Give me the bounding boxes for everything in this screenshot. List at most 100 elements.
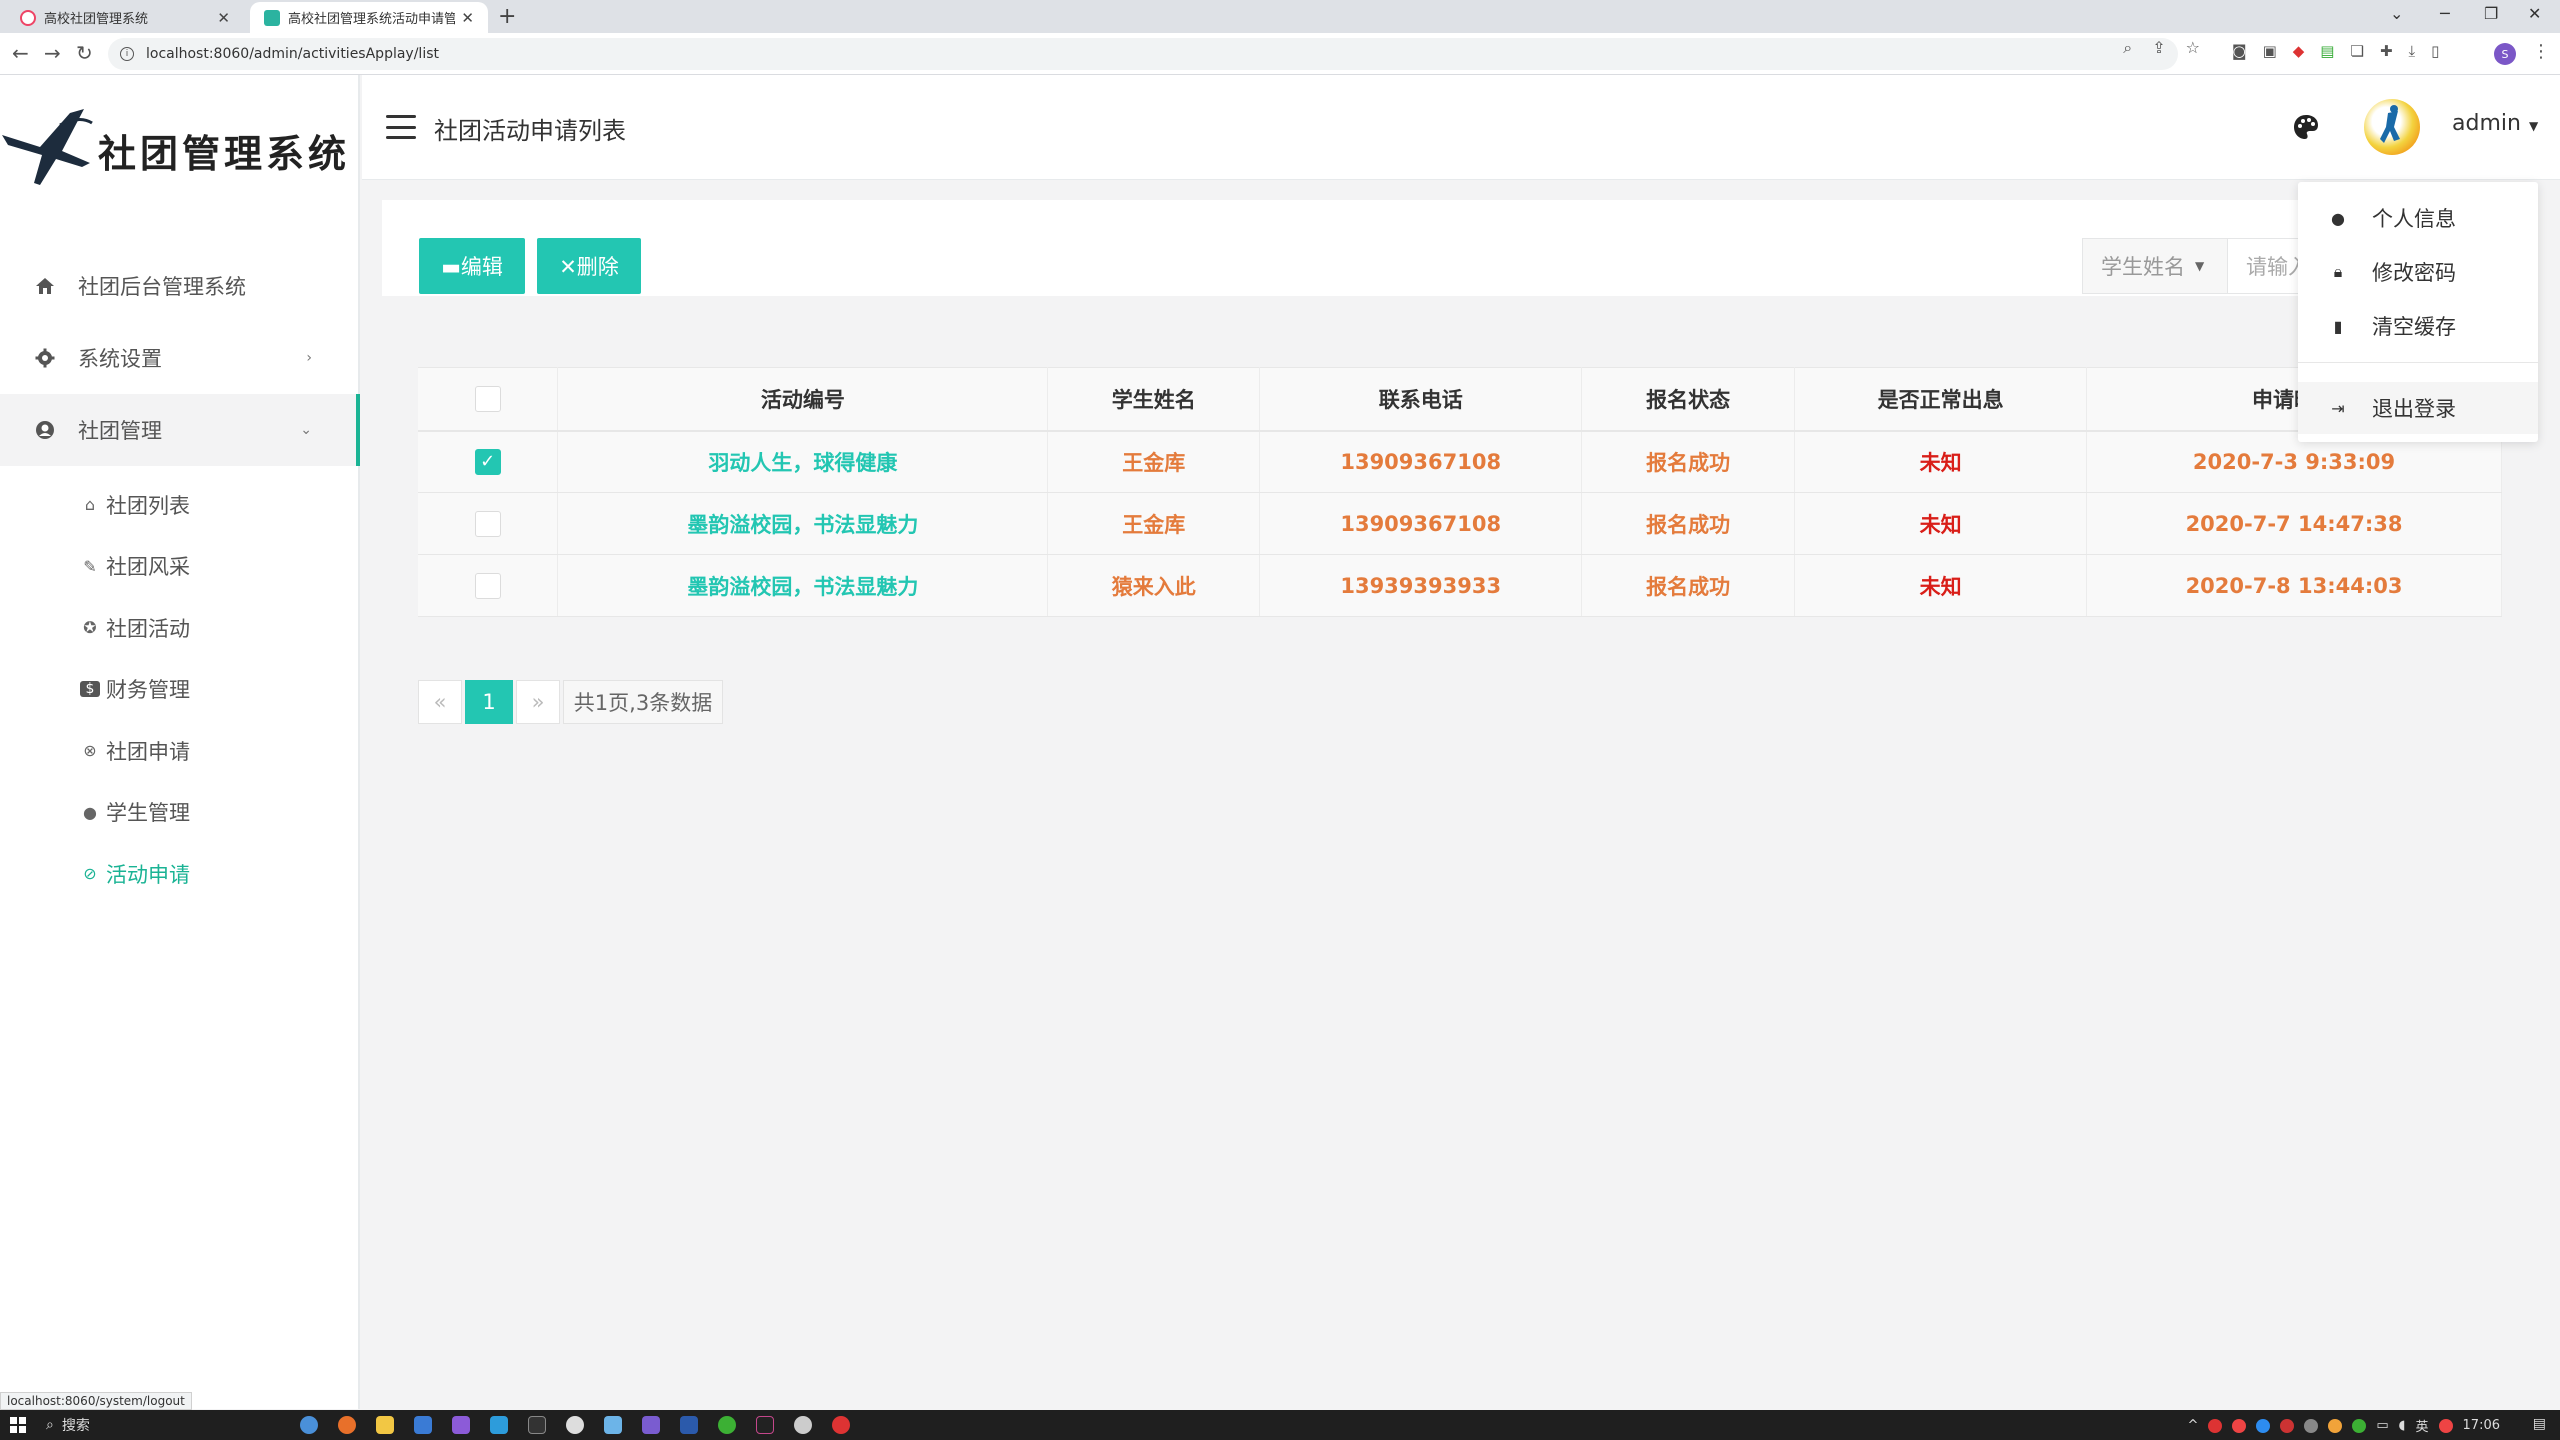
network-icon[interactable]: ▭ [2376,1418,2388,1433]
tray-app-icon[interactable] [2328,1418,2343,1433]
sogou-tray-icon[interactable] [2438,1418,2453,1433]
firefox-app-icon[interactable] [338,1416,356,1434]
chat-app-icon[interactable] [566,1416,584,1434]
tray-app-icon[interactable] [2232,1418,2247,1433]
menu-item-logout[interactable]: ⇥ 退出登录 [2298,382,2538,434]
folder-app-icon[interactable] [376,1416,394,1434]
sidebar-item-club-activities[interactable]: ✪ 社团活动 [0,597,358,659]
zoom-icon[interactable]: ⌕ [2123,38,2132,58]
delete-button[interactable]: ✕删除 [537,238,641,294]
sidebar-item-club-application[interactable]: ⊗ 社团申请 [0,720,358,782]
sidebar-item-settings[interactable]: 系统设置 › [0,322,358,394]
browser-tab-active[interactable]: 高校社团管理系统活动申请管理 ✕ [250,2,488,33]
tray-expand-icon[interactable]: ^ [2187,1418,2198,1433]
puzzle-extension-icon[interactable]: ✚ [2380,42,2393,60]
reload-icon[interactable]: ↻ [76,41,93,65]
sidebar-item-finance[interactable]: $ 财务管理 [0,659,358,721]
taskbar-search[interactable]: ⌕ 搜索 [46,1415,90,1435]
site-info-icon[interactable]: i [120,47,134,61]
table-row[interactable]: 墨韵溢校园，书法显魅力 王金库 13909367108 报名成功 未知 2020… [418,492,2502,555]
app-icon[interactable] [794,1416,812,1434]
page-title: 社团活动申请列表 [434,117,626,145]
table-row[interactable]: ✓ 羽动人生，球得健康 王金库 13909367108 报名成功 未知 2020… [418,430,2502,493]
sidebar-item-club-style[interactable]: ✎ 社团风采 [0,536,358,598]
tray-app-icon[interactable] [2304,1418,2319,1433]
back-icon[interactable]: ← [12,41,29,65]
camera-extension-icon[interactable]: ◙ [2232,42,2247,60]
column-header[interactable]: 联系电话 [1259,367,1583,432]
clock[interactable]: 17:06 [2463,1418,2500,1433]
wechat-tray-icon[interactable] [2352,1418,2367,1433]
club-submenu: ⌂ 社团列表 ✎ 社团风采 ✪ 社团活动 $ 财务管理 ⊗ 社团申请 ● 学生管… [0,466,358,905]
terminal-app-icon[interactable] [528,1416,546,1434]
tray-app-icon[interactable] [2280,1418,2295,1433]
sidebar-item-club-management[interactable]: 社团管理 ⌄ [0,394,360,466]
sidebar-item-students[interactable]: ● 学生管理 [0,782,358,844]
copy-extension-icon[interactable]: ❏ [2350,42,2363,60]
notification-icon[interactable]: ▤ [2533,1416,2546,1432]
menu-item-profile[interactable]: ● 个人信息 [2298,192,2538,244]
row-checkbox[interactable] [474,510,501,537]
tab-search-icon[interactable]: ⌄ [2390,4,2403,23]
avatar[interactable] [2364,99,2420,155]
browser-tab[interactable]: 高校社团管理系统 ✕ [6,2,244,33]
share-icon[interactable]: ⇪ [2152,38,2165,58]
menu-toggle-icon[interactable] [386,115,416,139]
menu-item-clear-cache[interactable]: ▮ 清空缓存 [2298,300,2538,352]
palette-icon[interactable] [2292,113,2320,141]
edit-button[interactable]: ▬编辑 [419,238,525,294]
sidebar-item-activity-application[interactable]: ⊘ 活动申请 [0,843,358,905]
wechat-app-icon[interactable] [718,1416,736,1434]
green-extension-icon[interactable]: ▤ [2320,42,2334,60]
app-icon[interactable] [642,1416,660,1434]
row-checkbox-checked[interactable]: ✓ [474,448,501,475]
browser-menu-icon[interactable]: ⋮ [2532,41,2550,62]
maximize-icon[interactable]: ❐ [2484,4,2498,23]
close-window-icon[interactable]: ✕ [2528,4,2541,23]
chrome-app-icon[interactable] [300,1416,318,1434]
app-icon[interactable] [414,1416,432,1434]
row-checkbox[interactable] [474,572,501,599]
feather-icon: ✎ [83,556,97,576]
column-header[interactable]: 学生姓名 [1047,367,1261,432]
page-button-current[interactable]: 1 [465,680,513,724]
column-header[interactable]: 活动编号 [557,367,1049,432]
word-app-icon[interactable] [680,1416,698,1434]
app-icon[interactable] [490,1416,508,1434]
minimize-icon[interactable]: ─ [2440,4,2450,23]
select-all-checkbox[interactable] [474,385,501,412]
ime-indicator[interactable]: 英 [2416,1416,2429,1435]
download-icon[interactable]: ⤓ [2409,42,2416,60]
record-app-icon[interactable] [832,1416,850,1434]
sidebar-item-club-list[interactable]: ⌂ 社团列表 [0,474,358,536]
url-field[interactable]: i localhost:8060/admin/activitiesApplay/… [108,38,2178,70]
start-button[interactable] [10,1417,26,1433]
next-page-button[interactable]: » [516,680,560,724]
profile-avatar[interactable]: S [2494,43,2516,65]
table-row[interactable]: 墨韵溢校园，书法显魅力 猿来入此 13939393933 报名成功 未知 202… [418,554,2502,617]
tray-app-icon[interactable] [2208,1418,2223,1433]
app-icon[interactable] [604,1416,622,1434]
user-menu-toggle[interactable]: admin ▼ [2452,111,2538,136]
app-icon[interactable] [452,1416,470,1434]
prev-page-button[interactable]: « [418,680,462,724]
omnibox-actions: ⌕ ⇪ ☆ [2123,38,2200,58]
column-header[interactable]: 是否正常出息 [1794,367,2088,432]
forward-icon[interactable]: → [44,41,61,65]
search-field-select[interactable]: 学生姓名 ▼ [2082,238,2228,294]
tab-close-icon[interactable]: ✕ [217,9,230,27]
tab-close-icon[interactable]: ✕ [461,9,474,27]
shield-extension-icon[interactable]: ◆ [2293,42,2305,60]
status-cell: 报名成功 [1581,492,1796,555]
tray-app-icon[interactable] [2256,1418,2271,1433]
volume-icon[interactable]: ◖ [2399,1418,2406,1433]
image-extension-icon[interactable]: ▣ [2263,42,2277,60]
new-tab-icon[interactable]: + [498,4,516,29]
column-header[interactable]: 报名状态 [1581,367,1796,432]
intellij-app-icon[interactable] [756,1416,774,1434]
star-circle-icon: ✪ [83,618,97,638]
sidepanel-icon[interactable]: ▯ [2431,42,2439,60]
menu-item-change-password[interactable]: 🔒︎ 修改密码 [2298,246,2538,298]
bookmark-star-icon[interactable]: ☆ [2186,38,2200,58]
sidebar-item-dashboard[interactable]: 社团后台管理系统 [0,250,358,322]
